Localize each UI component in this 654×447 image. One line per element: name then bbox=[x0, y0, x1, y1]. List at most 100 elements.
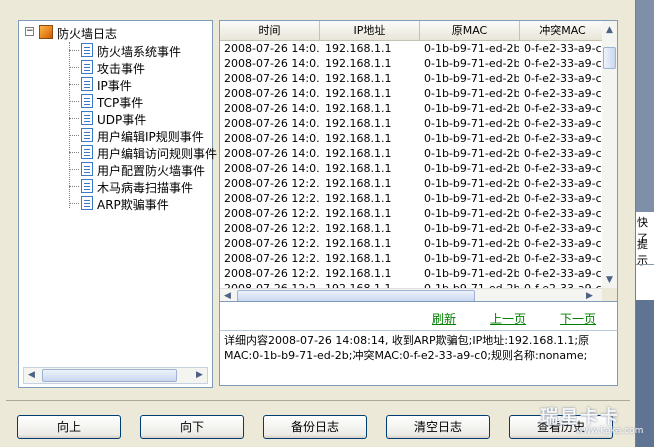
table-cell: 2008-07-26 12:2... bbox=[224, 252, 320, 265]
column-header-conflict-mac[interactable]: 冲突MAC bbox=[520, 21, 605, 41]
scroll-down-icon[interactable]: ▼ bbox=[602, 273, 617, 288]
table-cell: 192.168.1.1 bbox=[325, 177, 392, 190]
table-cell: 192.168.1.1 bbox=[325, 252, 392, 265]
tree-item-label: IP事件 bbox=[97, 79, 132, 93]
table-cell: 2008-07-26 14:0... bbox=[224, 117, 320, 130]
table-cell: 192.168.1.1 bbox=[325, 102, 392, 115]
table-row[interactable]: 2008-07-26 12:2... 192.168.1.1 0-1b-b9-71-… bbox=[220, 236, 605, 251]
table-cell: 192.168.1.1 bbox=[325, 72, 392, 85]
scroll-thumb[interactable] bbox=[237, 290, 475, 301]
next-page-link[interactable]: 下一页 bbox=[560, 310, 596, 327]
table-cell: 0-f-e2-33-a9-c0 bbox=[524, 132, 605, 145]
tree-horizontal-scrollbar[interactable]: ◀ ▶ bbox=[23, 367, 208, 384]
tree-item[interactable]: UDP事件 bbox=[69, 110, 239, 127]
table-cell: 2008-07-26 14:0... bbox=[224, 147, 320, 160]
table-cell: 0-f-e2-33-a9-c0 bbox=[524, 267, 605, 280]
table-row[interactable]: 2008-07-26 14:0... 192.168.1.1 0-1b-b9-71-… bbox=[220, 71, 605, 86]
tree-item[interactable]: TCP事件 bbox=[69, 93, 239, 110]
table-cell: 0-1b-b9-71-ed-2b bbox=[424, 207, 519, 220]
table-row[interactable]: 2008-07-26 14:0... 192.168.1.1 0-1b-b9-71-… bbox=[220, 131, 605, 146]
table-cell: 0-f-e2-33-a9-c0 bbox=[524, 252, 605, 265]
table-row[interactable]: 2008-07-26 12:2... 192.168.1.1 0-1b-b9-71-… bbox=[220, 266, 605, 281]
tree-item[interactable]: 用户编辑IP规则事件 bbox=[69, 127, 239, 144]
column-header-ip[interactable]: IP地址 bbox=[320, 21, 420, 41]
table-cell: 2008-07-26 12:2... bbox=[224, 237, 320, 250]
tree-item[interactable]: IP事件 bbox=[69, 76, 239, 93]
table-row[interactable]: 2008-07-26 12:2... 192.168.1.1 0-1b-b9-71-… bbox=[220, 206, 605, 221]
tree-item-label: 用户编辑IP规则事件 bbox=[97, 130, 204, 144]
table-cell: 0-f-e2-33-a9-c0 bbox=[524, 207, 605, 220]
scroll-right-icon[interactable]: ▶ bbox=[582, 289, 597, 301]
table-row[interactable]: 2008-07-26 12:2... 192.168.1.1 0-1b-b9-71-… bbox=[220, 176, 605, 191]
table-row[interactable]: 2008-07-26 12:2... 192.168.1.1 0-1b-b9-71-… bbox=[220, 221, 605, 236]
scroll-up-icon[interactable]: ▲ bbox=[602, 23, 617, 38]
table-vertical-scrollbar[interactable]: ▲ ▼ bbox=[602, 21, 617, 288]
table-cell: 0-f-e2-33-a9-c0 bbox=[524, 237, 605, 250]
clear-log-button[interactable]: 清空日志 bbox=[386, 415, 490, 439]
tree-item[interactable]: 用户编辑访问规则事件 bbox=[69, 144, 239, 161]
scrollbar-corner bbox=[602, 288, 617, 301]
tree-root-firewall-log[interactable]: − 防火墙日志 bbox=[25, 24, 205, 41]
table-cell: 0-1b-b9-71-ed-2b bbox=[424, 162, 519, 175]
table-cell: 0-1b-b9-71-ed-2b bbox=[424, 87, 519, 100]
table-row[interactable]: 2008-07-26 14:0... 192.168.1.1 0-1b-b9-71-… bbox=[220, 161, 605, 176]
tree-item[interactable]: 木马病毒扫描事件 bbox=[69, 178, 239, 195]
table-row[interactable]: 2008-07-26 14:0... 192.168.1.1 0-1b-b9-71-… bbox=[220, 101, 605, 116]
tree-item-label: 木马病毒扫描事件 bbox=[97, 181, 194, 195]
firewall-log-window: − 防火墙日志 防火墙系统事件攻击事件 IP事件 TCP事件 UDP事件用户编辑IP规… bbox=[0, 0, 636, 447]
tree-connector bbox=[69, 67, 79, 68]
watermark: 瑞星卡卡 www.kaka.com bbox=[536, 400, 654, 447]
tree-item-label: 用户编辑访问规则事件 bbox=[97, 147, 218, 161]
prev-page-link[interactable]: 上一页 bbox=[490, 310, 526, 327]
tree-connector bbox=[69, 203, 79, 204]
down-button[interactable]: 向下 bbox=[140, 415, 244, 439]
table-row[interactable]: 2008-07-26 12:2... 192.168.1.1 0-1b-b9-71-… bbox=[220, 251, 605, 266]
table-row[interactable]: 2008-07-26 14:0... 192.168.1.1 0-1b-b9-71-… bbox=[220, 146, 605, 161]
scroll-thumb[interactable] bbox=[603, 47, 616, 69]
collapse-icon[interactable]: − bbox=[25, 27, 34, 36]
up-button[interactable]: 向上 bbox=[17, 415, 121, 439]
table-row[interactable]: 2008-07-26 12:2... 192.168.1.1 0-1b-b9-71-… bbox=[220, 191, 605, 206]
document-icon bbox=[81, 60, 93, 74]
log-table: 时间 IP地址 原MAC 冲突MAC 2008-07-26 14:0... 192… bbox=[219, 20, 618, 302]
table-cell: 0-f-e2-33-a9-c0 bbox=[524, 147, 605, 160]
table-cell: 0-1b-b9-71-ed-2b bbox=[424, 147, 519, 160]
table-cell: 2008-07-26 12:2... bbox=[224, 222, 320, 235]
table-row[interactable]: 2008-07-26 14:0... 192.168.1.1 0-1b-b9-71-… bbox=[220, 116, 605, 131]
table-row[interactable]: 2008-07-26 14:0... 192.168.1.1 0-1b-b9-71-… bbox=[220, 41, 605, 56]
tree-connector bbox=[69, 169, 79, 170]
table-cell: 192.168.1.1 bbox=[325, 267, 392, 280]
scroll-thumb[interactable] bbox=[42, 369, 177, 382]
tree-connector bbox=[69, 152, 79, 153]
scroll-left-icon[interactable]: ◀ bbox=[220, 289, 235, 301]
tree-item[interactable]: ARP欺骗事件 bbox=[69, 195, 239, 212]
table-cell: 192.168.1.1 bbox=[325, 162, 392, 175]
scroll-left-icon[interactable]: ◀ bbox=[24, 368, 39, 383]
table-horizontal-scrollbar[interactable]: ◀ ▶ bbox=[220, 288, 605, 301]
tree-item[interactable]: 防火墙系统事件 bbox=[69, 42, 239, 59]
tree-connector bbox=[69, 84, 79, 85]
column-header-time[interactable]: 时间 bbox=[220, 21, 320, 41]
table-cell: 0-1b-b9-71-ed-2b bbox=[424, 177, 519, 190]
document-icon bbox=[81, 179, 93, 193]
table-cell: 0-1b-b9-71-ed-2b bbox=[424, 237, 519, 250]
document-icon bbox=[81, 196, 93, 210]
tree-item-label: 攻击事件 bbox=[97, 62, 146, 76]
divider bbox=[636, 264, 654, 265]
refresh-link[interactable]: 刷新 bbox=[432, 310, 456, 327]
table-cell: 0-f-e2-33-a9-c0 bbox=[524, 42, 605, 55]
tree-item[interactable]: 攻击事件 bbox=[69, 59, 239, 76]
backup-log-button[interactable]: 备份日志 bbox=[263, 415, 367, 439]
table-cell: 0-1b-b9-71-ed-2b bbox=[424, 117, 519, 130]
tree-item[interactable]: 用户配置防火墙事件 bbox=[69, 161, 239, 178]
table-row[interactable]: 2008-07-26 14:0... 192.168.1.1 0-1b-b9-71-… bbox=[220, 86, 605, 101]
tree-item-label: UDP事件 bbox=[97, 113, 147, 127]
scroll-right-icon[interactable]: ▶ bbox=[192, 368, 207, 383]
column-header-original-mac[interactable]: 原MAC bbox=[420, 21, 520, 41]
table-row[interactable]: 2008-07-26 14:0... 192.168.1.1 0-1b-b9-71-… bbox=[220, 56, 605, 71]
table-cell: 2008-07-26 14:0... bbox=[224, 42, 320, 55]
tree-connector bbox=[69, 186, 79, 187]
table-cell: 0-1b-b9-71-ed-2b bbox=[424, 132, 519, 145]
table-cell: 0-1b-b9-71-ed-2b bbox=[424, 252, 519, 265]
table-cell: 0-1b-b9-71-ed-2b bbox=[424, 102, 519, 115]
